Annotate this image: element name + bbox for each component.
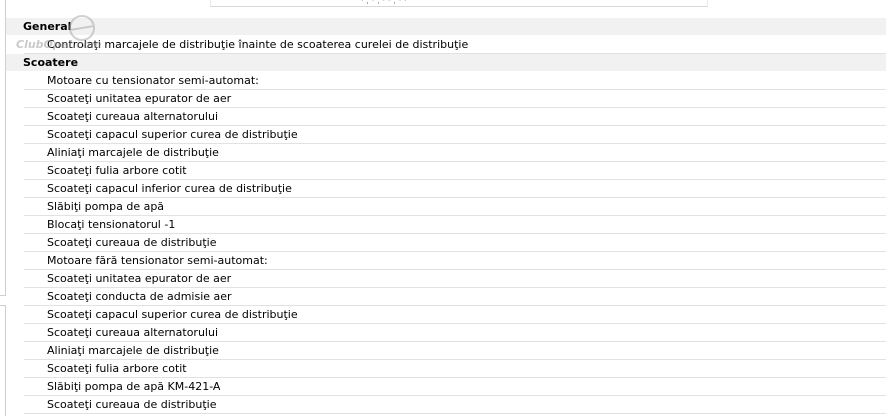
list-item: Scoateţi unitatea epurator de aer <box>24 270 886 288</box>
list-item: Scoateţi capacul inferior curea de distr… <box>24 180 886 198</box>
list-item: Scoateţi cureaua alternatorului <box>24 108 886 126</box>
section-list-general: Controlaţi marcajele de distribuţie înai… <box>24 36 886 54</box>
list-item: Blocaţi tensionatorul -1 <box>24 216 886 234</box>
list-item: Aliniaţi marcajele de distribuţie <box>24 342 886 360</box>
list-item: Slăbiţi pompa de apă <box>24 198 886 216</box>
section-header-scoatere: Scoatere <box>6 54 886 71</box>
list-item: Scoateţi conducta de admisie aer <box>24 288 886 306</box>
list-item: Scoateţi fulia arbore cotit <box>24 162 886 180</box>
section-list-scoatere: Motoare cu tensionator semi-automat: Sco… <box>24 72 886 414</box>
list-item: Scoateţi capacul superior curea de distr… <box>24 126 886 144</box>
left-frame-upper <box>0 0 6 296</box>
list-item: Motoare cu tensionator semi-automat: <box>24 72 886 90</box>
list-item: Scoateţi fulia arbore cotit <box>24 360 886 378</box>
list-item: Scoateţi cureaua de distribuţie <box>24 396 886 414</box>
section-title-scoatere: Scoatere <box>23 56 79 69</box>
left-frame-lower <box>0 305 6 416</box>
section-header-general: General <box>6 18 886 35</box>
top-frame-strip: ·ˌ·ˌ··ˌ·· <box>210 0 708 7</box>
list-item: Controlaţi marcajele de distribuţie înai… <box>24 36 886 54</box>
list-item: Scoateţi unitatea epurator de aer <box>24 90 886 108</box>
list-item: Aliniaţi marcajele de distribuţie <box>24 144 886 162</box>
section-title-general: General <box>23 20 72 33</box>
list-item: Slăbiţi pompa de apă KM-421-A <box>24 378 886 396</box>
list-item: Scoateţi capacul superior curea de distr… <box>24 306 886 324</box>
list-item: Scoateţi cureaua de distribuţie <box>24 234 886 252</box>
list-item: Scoateţi cureaua alternatorului <box>24 324 886 342</box>
top-strip-marks: ·ˌ·ˌ··ˌ·· <box>361 0 410 5</box>
list-item: Motoare fără tensionator semi-automat: <box>24 252 886 270</box>
